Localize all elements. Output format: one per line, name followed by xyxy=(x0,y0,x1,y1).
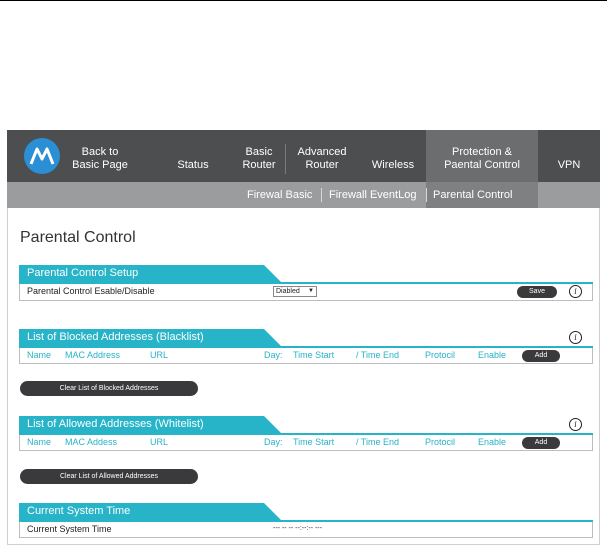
column-header-day: Day: xyxy=(264,437,283,447)
subtab-firewall-eventlog[interactable]: Firewall EventLog xyxy=(329,182,416,208)
subnav-divider xyxy=(321,188,322,202)
clear-allowed-button[interactable]: Clear List of Allowed Addresses xyxy=(20,469,198,484)
nav-label-line1: Advanced xyxy=(297,146,347,158)
whitelist-header-row: Name MAC Addess URL Day: Time Start / Ti… xyxy=(19,435,593,451)
column-header-url: URL xyxy=(150,437,169,447)
setup-section: Parental Control Setup Parental Control … xyxy=(19,265,593,305)
column-header-time-start: Time Start xyxy=(293,350,335,360)
nav-vpn[interactable]: VPN xyxy=(538,130,600,182)
nav-label-line2: Status xyxy=(177,159,209,171)
blacklist-header-row: Name MAC Address URL Day: Time Start / T… xyxy=(19,348,593,364)
info-icon[interactable]: i xyxy=(569,418,582,431)
nav-wireless[interactable]: Wireless xyxy=(362,130,424,182)
nav-label-line2: Wireless xyxy=(371,159,415,171)
column-header-name: Name xyxy=(27,437,52,447)
nav-label-line1: Back to xyxy=(81,146,119,158)
setup-banner: Parental Control Setup xyxy=(19,265,281,282)
blacklist-banner: List of Blocked Addresses (Blacklist) xyxy=(19,329,281,346)
nav-status[interactable]: Status xyxy=(167,130,219,182)
column-header-time-end: / Time End xyxy=(356,350,400,360)
page-title: Parental Control xyxy=(20,229,136,246)
nav-protection-parental-control[interactable]: Protection & Paental Control xyxy=(426,130,538,182)
column-header-time-end: / Time End xyxy=(356,437,400,447)
page: Back to Basic Page Status Basic Router Adv… xyxy=(0,0,607,549)
system-time-section: Current System Time Current System Time … xyxy=(19,503,593,541)
column-header-protocol: Protocil xyxy=(425,350,456,360)
nav-label-line2: Router xyxy=(242,159,276,171)
parental-control-select[interactable]: Diabled ▼ xyxy=(273,286,317,297)
blacklist-section: List of Blocked Addresses (Blacklist) i … xyxy=(19,329,593,369)
system-time-value: --- -- -- --:--:-- --- xyxy=(273,525,322,532)
nav-advanced-router[interactable]: Advanced Router xyxy=(288,130,356,182)
column-header-enable: Enable xyxy=(478,350,507,360)
select-value: Diabled xyxy=(276,288,300,295)
system-time-label: Current System Time xyxy=(27,524,112,534)
column-header-day: Day: xyxy=(264,350,283,360)
column-header-url: URL xyxy=(150,350,169,360)
info-icon[interactable]: i xyxy=(569,285,582,298)
save-button[interactable]: Save xyxy=(517,286,557,298)
nav-label-line2: Paental Control xyxy=(444,159,520,171)
nav-label-line2: VPN xyxy=(557,159,581,171)
column-header-name: Name xyxy=(27,350,52,360)
system-time-banner: Current System Time xyxy=(19,503,281,520)
subtab-parental-control[interactable]: Parental Control xyxy=(433,182,513,208)
column-header-enable: Enable xyxy=(478,437,507,447)
nav-basic-router[interactable]: Basic Router xyxy=(229,130,289,182)
motorola-logo-icon[interactable] xyxy=(24,138,60,174)
sub-nav: Firewal Basic Firewall EventLog Parental… xyxy=(7,182,600,208)
column-header-mac: MAC Addess xyxy=(65,437,118,447)
nav-label-line2: Router xyxy=(305,159,339,171)
chevron-down-icon: ▼ xyxy=(308,288,314,294)
whitelist-banner: List of Allowed Addresses (Whitelist) xyxy=(19,416,281,433)
add-blacklist-button[interactable]: Add xyxy=(522,350,560,362)
column-header-protocol: Protocil xyxy=(425,437,456,447)
column-header-time-start: Time Start xyxy=(293,437,335,447)
subnav-divider xyxy=(426,188,427,202)
main-nav: Back to Basic Page Status Basic Router Adv… xyxy=(7,130,600,182)
nav-label-line1: Protection & xyxy=(452,146,512,158)
info-icon[interactable]: i xyxy=(569,331,582,344)
whitelist-section: List of Allowed Addresses (Whitelist) i … xyxy=(19,416,593,456)
nav-divider xyxy=(285,144,286,174)
clear-blocked-button[interactable]: Clear List of Blocked Addresses xyxy=(20,381,198,396)
setup-row: Parental Control Esable/Disable Diabled … xyxy=(19,284,593,301)
nav-back-to-basic[interactable]: Back to Basic Page xyxy=(65,130,135,182)
setup-row-label: Parental Control Esable/Disable xyxy=(27,286,155,296)
add-whitelist-button[interactable]: Add xyxy=(522,437,560,449)
subtab-firewall-basic[interactable]: Firewal Basic xyxy=(247,182,312,208)
nav-label-line1: Basic xyxy=(245,146,273,158)
top-divider xyxy=(0,0,607,1)
system-time-row: Current System Time --- -- -- --:--:-- -… xyxy=(19,522,593,538)
nav-label-line2: Basic Page xyxy=(72,159,128,171)
column-header-mac: MAC Address xyxy=(65,350,121,360)
